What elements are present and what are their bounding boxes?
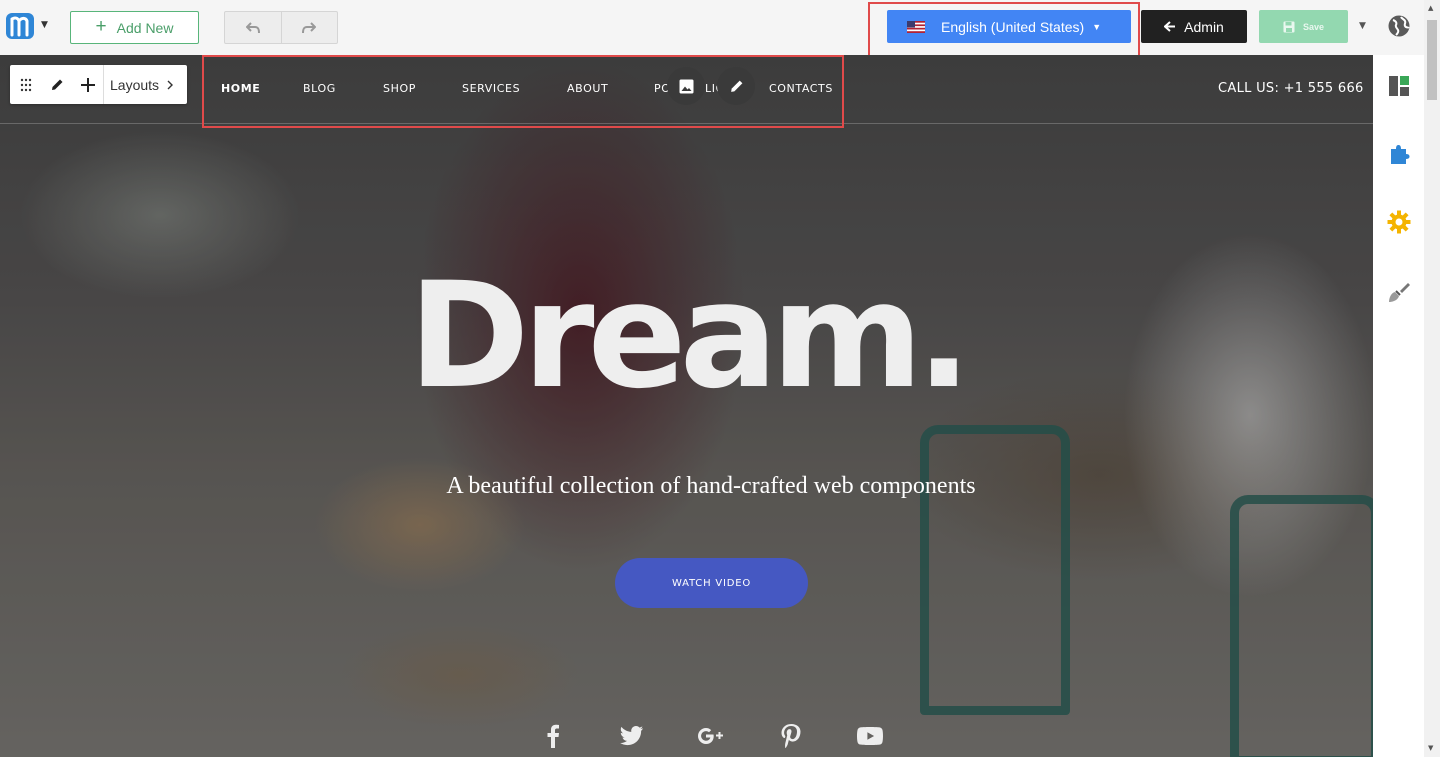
edit-image-button[interactable] [667, 67, 705, 105]
grid-dots-icon [20, 78, 31, 91]
undo-icon [245, 21, 260, 33]
facebook-icon[interactable] [540, 723, 566, 749]
history-buttons [224, 11, 338, 44]
nav-item-about[interactable]: ABOUT [567, 82, 608, 95]
us-flag-icon [907, 20, 925, 33]
youtube-icon[interactable] [857, 723, 883, 749]
layouts-button[interactable]: Layouts [103, 65, 181, 104]
language-dropdown[interactable]: English (United States) ▼ [887, 10, 1131, 43]
chevron-right-icon [167, 80, 174, 89]
pencil-icon [51, 79, 62, 90]
nav-item-blog[interactable]: BLOG [303, 82, 336, 95]
plus-icon: + [95, 16, 107, 37]
caret-down-icon: ▼ [1092, 21, 1102, 32]
editor-toolbar: ▼ + Add New English (United States) ▼ Ad… [0, 0, 1424, 57]
pinterest-icon[interactable] [778, 723, 804, 749]
logo-menu-caret-icon[interactable]: ▼ [41, 20, 48, 30]
save-label: Save [1302, 21, 1325, 32]
section-edit-toolbar: Layouts [10, 65, 187, 104]
scroll-down-icon[interactable]: ▼ [1428, 744, 1433, 752]
background-chair-right [1230, 495, 1373, 757]
pencil-icon [730, 80, 742, 92]
scrollbar-thumb[interactable] [1427, 20, 1437, 100]
add-new-label: Add New [116, 19, 174, 36]
admin-label: Admin [1184, 18, 1224, 35]
image-icon [679, 79, 693, 93]
hero-title: Dream. [408, 251, 971, 421]
design-brush-icon[interactable] [1387, 280, 1411, 304]
add-new-button[interactable]: + Add New [70, 11, 199, 44]
admin-button[interactable]: Admin [1141, 10, 1247, 43]
puzzle-plugins-icon[interactable] [1387, 142, 1411, 166]
nav-item-home[interactable]: HOME [221, 82, 260, 95]
background-chair-left [920, 425, 1070, 715]
undo-button[interactable] [225, 12, 281, 43]
hero-subtitle: A beautiful collection of hand-crafted w… [446, 473, 976, 499]
app-logo-icon[interactable] [5, 11, 39, 41]
globe-icon[interactable] [1387, 14, 1411, 38]
layouts-label: Layouts [110, 76, 160, 93]
right-sidebar [1373, 55, 1424, 757]
twitter-icon[interactable] [619, 723, 645, 749]
call-us-text: CALL US: +1 555 666 [1218, 81, 1364, 96]
page-canvas: Layouts HOME BLOG SHOP SERVICES ABOUT PO… [0, 55, 1373, 757]
edit-section-button[interactable] [41, 65, 72, 104]
nav-item-contacts[interactable]: CONTACTS [769, 82, 833, 95]
watch-video-button[interactable]: WATCH VIDEO [615, 558, 808, 608]
layout-blocks-icon[interactable] [1387, 74, 1411, 98]
settings-gear-icon[interactable] [1387, 210, 1411, 234]
vertical-scrollbar[interactable]: ▲ ▼ [1424, 0, 1440, 757]
scroll-up-icon[interactable]: ▲ [1428, 4, 1433, 12]
google-plus-icon[interactable] [698, 723, 724, 749]
redo-icon [302, 21, 317, 33]
save-button[interactable]: Save [1259, 10, 1348, 43]
language-label: English (United States) [941, 18, 1085, 35]
nav-item-shop[interactable]: SHOP [383, 82, 416, 95]
edit-text-button[interactable] [717, 67, 755, 105]
floppy-icon [1283, 21, 1295, 32]
drag-handle-button[interactable] [10, 65, 41, 104]
save-options-caret-icon[interactable]: ▼ [1359, 21, 1366, 31]
redo-button[interactable] [280, 12, 338, 43]
add-section-button[interactable] [72, 65, 103, 104]
plus-icon [80, 77, 95, 92]
arrow-left-icon [1164, 21, 1176, 32]
nav-item-services[interactable]: SERVICES [462, 82, 520, 95]
